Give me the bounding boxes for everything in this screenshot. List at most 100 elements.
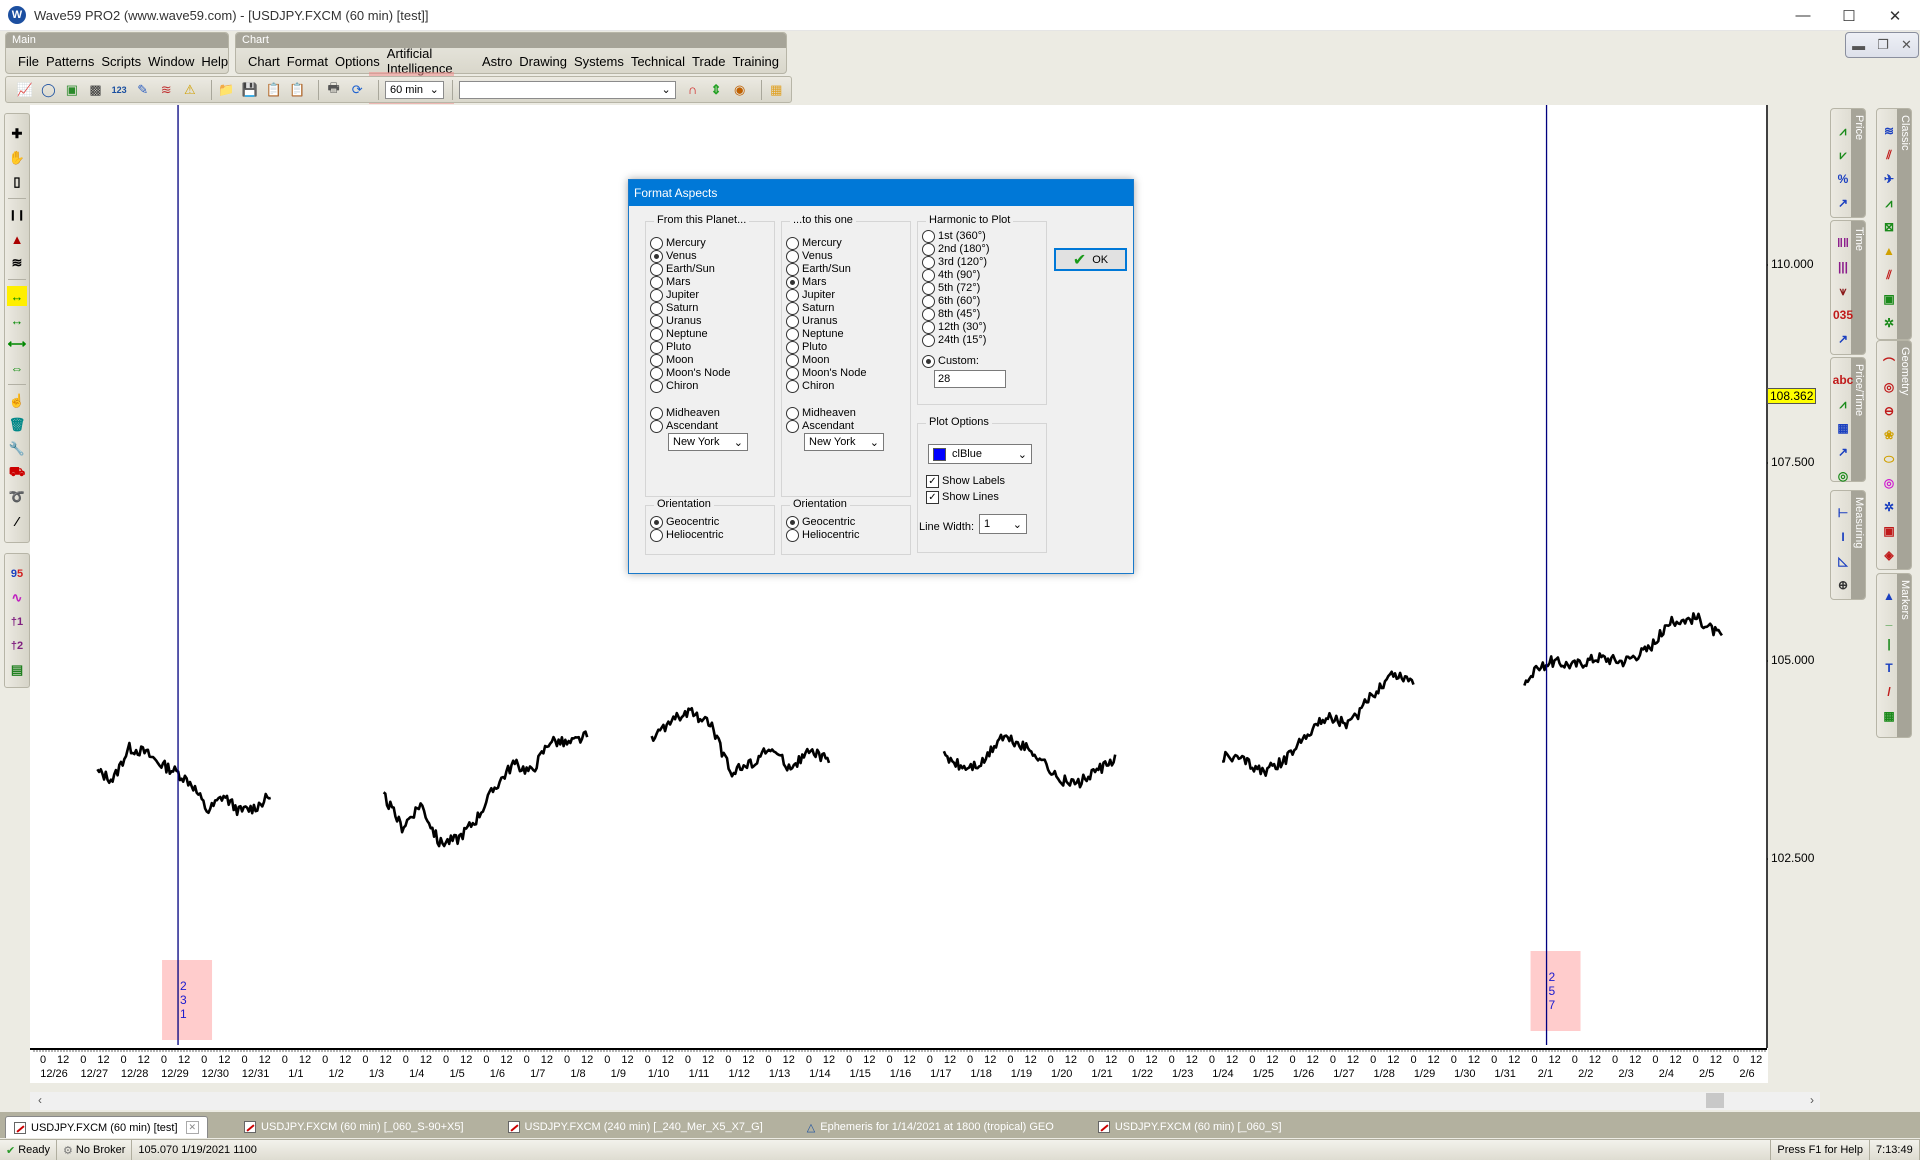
close-tab-icon[interactable]: ✕ (185, 1121, 200, 1134)
numbers-icon[interactable]: 123 (110, 81, 128, 99)
data-window-icon[interactable]: ▩ (87, 81, 105, 99)
menu-astro[interactable]: Astro (482, 54, 512, 69)
square-spiral-icon[interactable]: ▣ (1883, 287, 1894, 311)
time-bars-icon[interactable]: ||| (1838, 255, 1848, 279)
rotated-ellipse-icon[interactable]: ⬭ (1884, 447, 1894, 471)
close-button[interactable]: ✕ (1872, 0, 1918, 31)
arrow-up-icon[interactable]: ▲ (1883, 584, 1895, 608)
maximize-button[interactable]: ☐ (1826, 0, 1872, 31)
from-orientation-heliocentric-radio[interactable]: Heliocentric (650, 527, 723, 543)
web-icon[interactable]: ✲ (1884, 495, 1894, 519)
expand-icon[interactable]: ↔ (7, 310, 27, 330)
compress-icon[interactable]: ⟷ (7, 334, 27, 354)
astro-wheel-icon[interactable]: ◯ (40, 81, 58, 99)
mdi-restore-icon[interactable]: ❐ (1877, 37, 1889, 53)
trash-icon[interactable]: 🗑 (7, 415, 27, 435)
to-orientation-heliocentric-radio[interactable]: Heliocentric (786, 527, 859, 543)
vector-icon[interactable]: ↗ (1838, 440, 1848, 464)
sine-wave-icon[interactable]: ∿ (7, 588, 27, 608)
to-location-select[interactable]: New York ⌄ (804, 433, 884, 451)
scroll-thumb[interactable] (1706, 1093, 1724, 1108)
narrow-icon[interactable]: ⇔ (7, 358, 27, 378)
price-target-down-icon[interactable]: ⩗ (1840, 143, 1847, 167)
price-time-box-icon[interactable]: ⩘ (1840, 392, 1847, 416)
refresh-icon[interactable]: ⟳ (348, 81, 366, 99)
document-tab[interactable]: USDJPY.FXCM (60 min) [test] ✕ (5, 1116, 209, 1138)
menu-technical[interactable]: Technical (631, 54, 685, 69)
eye-icon[interactable]: ◉ (731, 81, 749, 99)
lasso-icon[interactable]: ➰ (7, 487, 27, 507)
line-chart-icon[interactable]: ≋ (7, 253, 27, 273)
save-icon[interactable]: 💾 (241, 81, 259, 99)
ok-button[interactable]: ✔ OK (1054, 248, 1127, 271)
spiral-icon[interactable]: ◎ (1884, 471, 1894, 495)
from-ascendant-radio[interactable]: Ascendant (650, 418, 718, 434)
mdi-minimize-icon[interactable]: ▬ (1852, 38, 1865, 53)
price-target-up-icon[interactable]: ⩘ (1840, 119, 1847, 143)
to-chiron-radio[interactable]: Chiron (786, 378, 834, 394)
fib-time-icon[interactable]: 035 (1833, 303, 1853, 327)
menu-scripts[interactable]: Scripts (101, 54, 141, 69)
document-tab[interactable]: USDJPY.FXCM (60 min) [_060_S-90+X5] (236, 1116, 471, 1138)
circles-icon[interactable]: ◎ (1884, 375, 1894, 399)
menu-file[interactable]: File (18, 54, 39, 69)
from-chiron-radio[interactable]: Chiron (650, 378, 698, 394)
square-of-nine-icon[interactable]: ◎ (1838, 464, 1848, 488)
document-tab[interactable]: USDJPY.FXCM (60 min) [_060_S] (1090, 1116, 1290, 1138)
hand-pan-icon[interactable]: ✋ (7, 148, 27, 168)
bars-icon[interactable]: ❙❙ (7, 205, 27, 225)
gann-fan-icon[interactable]: ✈ (1884, 167, 1894, 191)
menu-trade[interactable]: Trade (692, 54, 725, 69)
truck-icon[interactable]: ⛟ (7, 463, 27, 483)
harmonic-24th-15--radio[interactable]: 24th (15°) (922, 332, 986, 348)
square-circle-icon[interactable]: ▣ (1883, 519, 1894, 543)
wave-2-icon[interactable]: †2 (7, 636, 27, 656)
menu-format[interactable]: Format (287, 54, 328, 69)
crosshair-icon[interactable]: ✚ (7, 124, 27, 144)
vertical-line-icon[interactable]: ▯ (7, 172, 27, 192)
color-select[interactable]: clBlue ⌄ (928, 444, 1032, 464)
menu-options[interactable]: Options (335, 54, 380, 69)
text-marker-icon[interactable]: T (1885, 656, 1892, 680)
mdi-close-icon[interactable]: ✕ (1901, 37, 1912, 53)
menu-training[interactable]: Training (733, 54, 779, 69)
grid-box-icon[interactable]: ▦ (1837, 416, 1848, 440)
measure-vertical-icon[interactable]: I (1841, 525, 1844, 549)
parallel-lines-icon[interactable]: ⫽ (1886, 263, 1891, 287)
symbol-select[interactable]: ⌄ (458, 80, 676, 99)
magnet-icon[interactable]: ∩ (684, 81, 702, 99)
target-icon[interactable]: ⊕ (1838, 573, 1848, 597)
fibonacci-95-icon[interactable]: 95 (7, 564, 27, 584)
alert-icon[interactable]: ⚠ (181, 81, 199, 99)
time-cycle-icon[interactable]: ⩛ (1840, 279, 1847, 303)
trendline-icon[interactable]: / (1887, 680, 1890, 704)
vertical-scale-icon[interactable]: ⇕ (707, 81, 725, 99)
ellipse-icon[interactable]: ⊖ (1884, 399, 1894, 423)
wave-1-icon[interactable]: †1 (7, 612, 27, 632)
indicator-icon[interactable]: ≋ (157, 81, 175, 99)
vertical-marker-icon[interactable]: | (1887, 632, 1890, 656)
fractal-icon[interactable]: ✲ (1884, 311, 1894, 335)
measure-angle-icon[interactable]: ◺ (1838, 549, 1847, 573)
flower-icon[interactable]: ❀ (1884, 423, 1894, 447)
measure-horizontal-icon[interactable]: ⊢ (1838, 501, 1848, 525)
pointer-icon[interactable]: ☝ (7, 391, 27, 411)
scroll-left-icon[interactable]: ‹ (38, 1093, 42, 1107)
menu-patterns[interactable]: Patterns (46, 54, 94, 69)
to-ascendant-radio[interactable]: Ascendant (786, 418, 854, 434)
custom-harmonic-input[interactable] (934, 370, 1006, 388)
chart-copy-icon[interactable]: 📋 (265, 81, 283, 99)
open-folder-icon[interactable]: 📁 (218, 81, 236, 99)
speed-lines-icon[interactable]: ⩘ (1886, 191, 1893, 215)
painter-icon[interactable]: ✎ (134, 81, 152, 99)
print-icon[interactable]: 🖶 (325, 80, 343, 99)
document-tab[interactable]: △ Ephemeris for 1/14/2021 at 1800 (tropic… (799, 1116, 1062, 1138)
new-layout-icon[interactable]: ▣ (63, 81, 81, 99)
grid-icon[interactable]: ▦ (1883, 704, 1894, 728)
menu-drawing[interactable]: Drawing (519, 54, 567, 69)
show-labels-checkbox[interactable]: ✓ Show Labels (926, 473, 1005, 489)
time-projection-icon[interactable]: ↗ (1838, 327, 1848, 351)
menu-window[interactable]: Window (148, 54, 194, 69)
gann-box-icon[interactable]: ⊠ (1884, 215, 1894, 239)
menu-help[interactable]: Help (201, 54, 228, 69)
